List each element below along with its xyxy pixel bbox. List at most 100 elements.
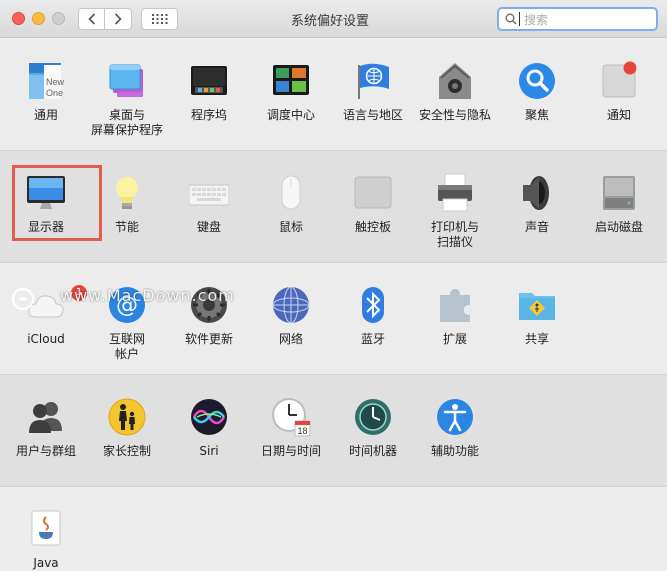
pane-mouse[interactable]: 鼠标 xyxy=(250,173,332,235)
java-icon xyxy=(26,509,66,549)
pane-label: 语言与地区 xyxy=(342,108,403,122)
pane-dock[interactable]: 程序坞 xyxy=(168,61,250,123)
pane-label: 键盘 xyxy=(196,220,221,234)
parental-controls-icon xyxy=(107,397,147,437)
desktop-screensaver-icon xyxy=(107,61,147,101)
displays-highlight-box xyxy=(12,165,102,241)
bluetooth-icon xyxy=(353,285,393,325)
svg-text:18: 18 xyxy=(297,426,307,436)
pane-label: 辅助功能 xyxy=(430,444,479,458)
trackpad-icon xyxy=(353,173,393,213)
network-icon xyxy=(271,285,311,325)
svg-text:New: New xyxy=(46,77,65,87)
text-cursor xyxy=(519,12,520,26)
spotlight-icon xyxy=(517,61,557,101)
pane-label: 通知 xyxy=(606,108,631,122)
search-icon xyxy=(505,13,517,25)
pane-label: 扩展 xyxy=(442,332,467,346)
pane-users-groups[interactable]: 用户与群组 xyxy=(5,397,87,459)
pane-label: 程序坞 xyxy=(190,108,227,122)
pane-label: 通用 xyxy=(33,108,58,122)
pane-java[interactable]: Java xyxy=(5,509,87,571)
pane-mission-control[interactable]: 调度中心 xyxy=(250,61,332,123)
pane-trackpad[interactable]: 触控板 xyxy=(332,173,414,235)
chevron-left-icon xyxy=(87,13,95,25)
pane-label: 鼠标 xyxy=(278,220,303,234)
pane-startup-disk[interactable]: 启动磁盘 xyxy=(578,173,660,235)
mouse-icon xyxy=(271,173,311,213)
energy-saver-icon xyxy=(107,173,147,213)
pane-label: 启动磁盘 xyxy=(594,220,643,234)
pane-printers-scanners[interactable]: 打印机与 扫描仪 xyxy=(414,173,496,250)
pane-keyboard[interactable]: 键盘 xyxy=(168,173,250,235)
extensions-icon xyxy=(435,285,475,325)
pane-label: 蓝牙 xyxy=(360,332,385,346)
back-button[interactable] xyxy=(78,8,105,30)
pane-label: 共享 xyxy=(524,332,549,346)
language-region-icon xyxy=(353,61,393,101)
pane-network[interactable]: 网络 xyxy=(250,285,332,347)
svg-text:File: File xyxy=(46,64,61,74)
pane-label: 互联网 帐户 xyxy=(108,332,145,361)
pane-siri[interactable]: Siri xyxy=(168,397,250,459)
pane-spotlight[interactable]: 聚焦 xyxy=(496,61,578,123)
pane-label: 网络 xyxy=(278,332,303,346)
pane-label: iCloud xyxy=(27,332,65,346)
search-placeholder: 搜索 xyxy=(524,12,549,27)
pane-bluetooth[interactable]: 蓝牙 xyxy=(332,285,414,347)
forward-button[interactable] xyxy=(105,8,132,30)
pane-label: 打印机与 扫描仪 xyxy=(430,220,479,249)
pane-notifications[interactable]: 通知 xyxy=(578,61,660,123)
search-field[interactable]: 搜索 xyxy=(497,7,658,31)
minimize-window-button[interactable] xyxy=(32,12,45,25)
show-all-button[interactable] xyxy=(141,8,178,30)
pane-label: 触控板 xyxy=(354,220,391,234)
pane-label: 桌面与 屏幕保护程序 xyxy=(90,108,163,137)
pane-accessibility[interactable]: 辅助功能 xyxy=(414,397,496,459)
pane-label: 日期与时间 xyxy=(260,444,321,458)
pane-label: 时间机器 xyxy=(348,444,397,458)
date-time-icon: 18 xyxy=(271,397,311,437)
pane-parental-controls[interactable]: 家长控制 xyxy=(86,397,168,459)
accessibility-icon xyxy=(435,397,475,437)
close-window-button[interactable] xyxy=(12,12,25,25)
sharing-icon xyxy=(517,285,557,325)
grid-icon xyxy=(151,14,167,24)
pane-label: 用户与群组 xyxy=(15,444,76,458)
siri-icon xyxy=(189,397,229,437)
pane-sharing[interactable]: 共享 xyxy=(496,285,578,347)
watermark-logo xyxy=(12,288,34,310)
pane-extensions[interactable]: 扩展 xyxy=(414,285,496,347)
svg-text:One: One xyxy=(46,88,63,98)
pane-label: 聚焦 xyxy=(524,108,549,122)
keyboard-icon xyxy=(188,173,230,213)
sound-icon xyxy=(517,173,557,213)
pane-label: 声音 xyxy=(524,220,549,234)
mission-control-icon xyxy=(271,61,311,101)
pane-sound[interactable]: 声音 xyxy=(496,173,578,235)
pane-label: 安全性与隐私 xyxy=(418,108,491,122)
pane-label: 调度中心 xyxy=(266,108,315,122)
pane-time-machine[interactable]: 时间机器 xyxy=(332,397,414,459)
pane-security-privacy[interactable]: 安全性与隐私 xyxy=(414,61,496,123)
chevron-right-icon xyxy=(114,13,122,25)
other-section xyxy=(0,486,667,563)
watermark-text: www.MacDown.com xyxy=(60,286,235,305)
startup-disk-icon xyxy=(599,173,639,213)
pane-desktop-screensaver[interactable]: 桌面与 屏幕保护程序 xyxy=(86,61,168,138)
pane-language-region[interactable]: 语言与地区 xyxy=(332,61,414,123)
pane-label: Java xyxy=(33,556,59,570)
pane-general[interactable]: File New One 通用 xyxy=(5,61,87,123)
window-title: 系统偏好设置 xyxy=(290,14,369,29)
window-titlebar: 系统偏好设置 搜索 xyxy=(0,0,667,38)
printers-scanners-icon xyxy=(435,173,475,213)
general-icon: File New One xyxy=(26,61,66,101)
zoom-window-button[interactable] xyxy=(52,12,65,25)
users-groups-icon xyxy=(26,397,66,437)
pane-label: 家长控制 xyxy=(102,444,151,458)
pane-label: 软件更新 xyxy=(184,332,233,346)
time-machine-icon xyxy=(353,397,393,437)
notifications-icon xyxy=(599,61,639,101)
pane-date-time[interactable]: 18 日期与时间 xyxy=(250,397,332,459)
dock-icon xyxy=(189,61,229,101)
